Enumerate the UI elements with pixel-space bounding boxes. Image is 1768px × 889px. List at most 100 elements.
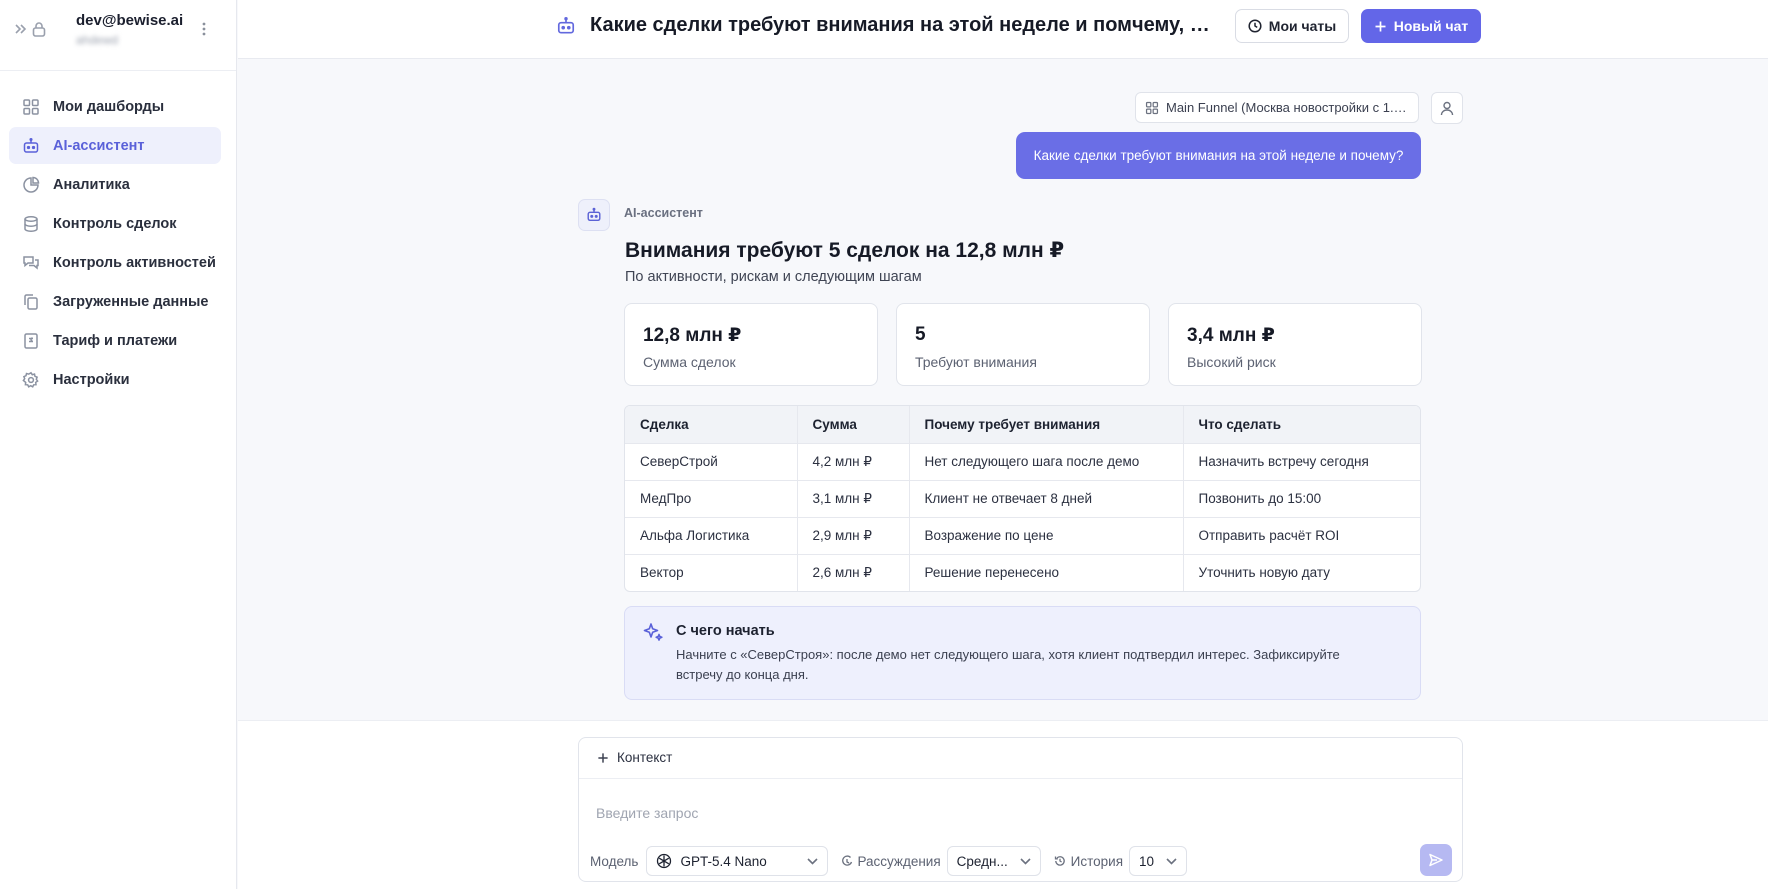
kpi-value: 3,4 млн ₽ [1187, 325, 1275, 346]
sidebar-item-label: Загруженные данные [53, 293, 209, 310]
add-context-button[interactable]: Контекст [597, 750, 672, 765]
more-vertical-icon[interactable] [198, 20, 210, 38]
sidebar-item-billing[interactable]: Тариф и платежи [9, 322, 221, 359]
database-icon [22, 215, 40, 233]
column-header: Почему требует внимания [909, 406, 1184, 444]
account-email: dev@bewise.ai [76, 12, 184, 29]
reasoning-label: Рассуждения [857, 853, 941, 869]
grid-icon [22, 98, 40, 116]
table-cell: Решение перенесено [909, 554, 1184, 591]
sidebar-item-analytics[interactable]: Аналитика [9, 166, 221, 203]
recommendation-callout: С чего начать Начните с «СеверСтроя»: по… [624, 606, 1421, 700]
callout-text: Начните с «СеверСтроя»: после демо нет с… [676, 647, 1340, 682]
model-value: GPT-5.4 Nano [680, 853, 767, 869]
clock-icon [1248, 19, 1262, 33]
table-cell: 2,9 млн ₽ [797, 517, 910, 555]
sidebar-nav: Мои дашборды AI-ассистент Аналитика Конт… [9, 88, 221, 400]
chat-title: Какие сделки требуют внимания на этой не… [590, 14, 1220, 36]
sidebar-item-label: Тариф и платежи [53, 332, 178, 349]
sidebar-item-label: Контроль сделок [53, 215, 177, 232]
lock-icon[interactable] [32, 21, 46, 37]
reasoning-select[interactable]: Средн... [946, 846, 1041, 876]
files-icon [22, 293, 40, 311]
table-cell: Вектор [625, 554, 798, 591]
context-chip-label: Main Funnel (Москва новостройки с 1.0... [1166, 100, 1411, 115]
history-select[interactable]: 10 [1129, 846, 1188, 876]
chevron-down-icon [1166, 857, 1177, 865]
reasoning-value: Средн... [956, 853, 1008, 869]
bot-icon [22, 137, 40, 155]
deals-table: Сделка Сумма Почему требует внимания Что… [624, 405, 1421, 592]
sidebar-item-ai-assistant[interactable]: AI-ассистент [9, 127, 221, 164]
bot-icon [586, 207, 602, 223]
user-icon [1440, 101, 1454, 116]
kpi-value: 5 [915, 324, 926, 345]
send-icon [1428, 852, 1444, 868]
account-header: dev@bewise.ai ahdewd [0, 0, 236, 71]
table-cell: Нет следующего шага после демо [909, 443, 1184, 481]
prompt-input[interactable] [596, 798, 1436, 828]
receipt-icon [22, 332, 40, 350]
sidebar-item-label: Мои дашборды [53, 98, 165, 115]
kpi-card-total: 12,8 млн ₽ Сумма сделок [624, 303, 878, 386]
composer-divider [579, 778, 1462, 779]
kpi-label: Высокий риск [1187, 354, 1276, 370]
gear-icon [22, 371, 40, 389]
my-chats-label: Мои чаты [1268, 18, 1337, 34]
composer: Контекст Модель GPT-5.4 Nano Рассуждения… [578, 737, 1463, 882]
user-avatar [1431, 92, 1463, 124]
context-chip[interactable]: Main Funnel (Москва новостройки с 1.0... [1135, 92, 1419, 123]
assistant-name: AI-ассистент [624, 206, 703, 220]
table-cell: Уточнить новую дату [1198, 565, 1330, 581]
chat-bubbles-icon [22, 254, 40, 272]
table-cell: 3,1 млн ₽ [797, 480, 910, 518]
column-header: Сделка [625, 406, 798, 444]
pie-chart-icon [22, 176, 40, 194]
column-header: Что сделать [1183, 406, 1420, 444]
sidebar-item-label: Аналитика [53, 176, 130, 193]
kpi-value: 12,8 млн ₽ [643, 325, 742, 346]
openai-icon [656, 853, 672, 869]
sidebar-item-label: AI-ассистент [53, 137, 145, 154]
table-cell: МедПро [625, 480, 798, 518]
composer-toolbar: Модель GPT-5.4 Nano Рассуждения Средн... [590, 846, 1188, 876]
reasoning-icon [841, 855, 853, 867]
add-context-label: Контекст [617, 750, 673, 765]
new-chat-button[interactable]: Новый чат [1361, 9, 1481, 43]
kpi-label: Сумма сделок [643, 354, 736, 370]
account-org: ahdewd [76, 33, 119, 47]
expand-sidebar-icon[interactable] [15, 22, 27, 36]
assistant-avatar [578, 199, 610, 231]
history-value: 10 [1139, 853, 1155, 869]
table-row: Альфа Логистика 2,9 млн ₽ Возражение по … [625, 517, 1420, 555]
new-chat-label: Новый чат [1393, 18, 1469, 34]
table-row: СеверСтрой 4,2 млн ₽ Нет следующего шага… [625, 443, 1420, 481]
send-button[interactable] [1420, 844, 1452, 876]
sidebar-item-dashboards[interactable]: Мои дашборды [9, 88, 221, 125]
sidebar: dev@bewise.ai ahdewd Мои дашборды AI-асс… [0, 0, 237, 889]
sidebar-item-activities-control[interactable]: Контроль активностей [9, 244, 221, 281]
sparkle-icon [642, 621, 664, 643]
answer-subtitle: По активности, рискам и следующим шагам [625, 269, 922, 285]
callout-title: С чего начать [676, 623, 775, 639]
my-chats-button[interactable]: Мои чаты [1235, 9, 1349, 43]
sidebar-item-label: Настройки [53, 371, 130, 388]
chevron-down-icon [807, 857, 819, 865]
answer-title: Внимания требуют 5 сделок на 12,8 млн ₽ [625, 239, 1065, 262]
sidebar-item-uploaded-data[interactable]: Загруженные данные [9, 283, 221, 320]
sidebar-item-deals-control[interactable]: Контроль сделок [9, 205, 221, 242]
plus-icon [597, 752, 609, 764]
model-select[interactable]: GPT-5.4 Nano [646, 846, 829, 876]
table-cell: СеверСтрой [625, 443, 798, 481]
table-cell: Позвонить до 15:00 [1183, 480, 1420, 518]
sidebar-item-label: Контроль активностей [53, 254, 216, 271]
plus-icon [1374, 20, 1387, 33]
table-cell: 2,6 млн ₽ [797, 554, 910, 591]
bot-icon [556, 16, 576, 36]
table-row: Вектор 2,6 млн ₽ Решение перенесено Уточ… [625, 554, 1420, 591]
kpi-card-high-risk: 3,4 млн ₽ Высокий риск [1168, 303, 1422, 386]
sidebar-item-settings[interactable]: Настройки [9, 361, 221, 398]
table-cell: Отправить расчёт ROI [1183, 517, 1420, 555]
table-cell: Возражение по цене [909, 517, 1184, 555]
column-header: Сумма [797, 406, 910, 444]
